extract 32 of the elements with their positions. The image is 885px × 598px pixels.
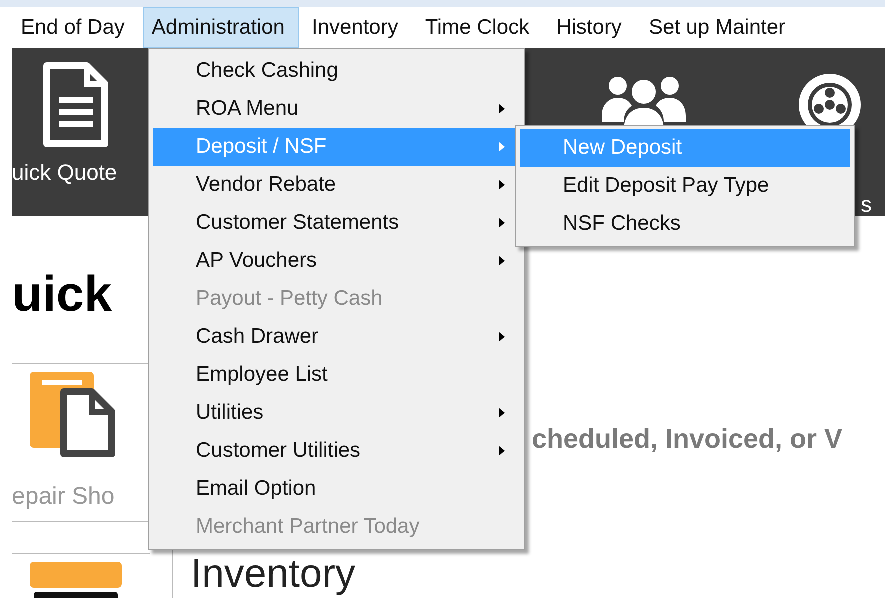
menu-item[interactable]: AP Vouchers <box>153 242 520 280</box>
submenu-arrow-icon <box>498 141 506 153</box>
menu-bar-item[interactable]: Administration <box>142 7 299 48</box>
submenu-arrow-icon <box>498 179 506 191</box>
toolbar-label: s <box>861 192 872 218</box>
submenu-arrow-icon <box>498 331 506 343</box>
document-icon <box>43 62 109 148</box>
menu-item[interactable]: Utilities <box>153 394 520 432</box>
menu-item[interactable]: Cash Drawer <box>153 318 520 356</box>
section-title: Inventory <box>191 551 357 598</box>
menu-bar-item[interactable]: Set up Mainter <box>640 7 800 48</box>
menu-item[interactable]: Edit Deposit Pay Type <box>520 167 850 205</box>
tile-label: epair Sho <box>12 483 116 511</box>
menu-bar-item[interactable]: End of Day <box>12 7 139 48</box>
submenu-arrow-icon <box>498 255 506 267</box>
submenu-arrow-icon <box>498 103 506 115</box>
menu-bar-item[interactable]: History <box>548 7 636 48</box>
submenu-arrow-icon <box>498 445 506 457</box>
submenu-arrow-icon <box>498 407 506 419</box>
menu-bar-item[interactable]: Time Clock <box>416 7 544 48</box>
tray-icon <box>30 562 122 598</box>
menu-item[interactable]: Employee List <box>153 356 520 394</box>
menu-item[interactable]: Check Cashing <box>153 52 520 90</box>
menu-item[interactable]: NSF Checks <box>520 205 850 243</box>
submenu-arrow-icon <box>498 217 506 229</box>
page-heading: uick <box>12 265 114 324</box>
menu-bar-item[interactable]: Inventory <box>302 7 412 48</box>
notice-text: cheduled, Invoiced, or V <box>532 424 844 455</box>
toolbar-label: uick Quote <box>12 160 118 186</box>
menu-item[interactable]: Customer Utilities <box>153 432 520 470</box>
menu-item[interactable]: ROA Menu <box>153 90 520 128</box>
menu-item[interactable]: Email Option <box>153 470 520 508</box>
